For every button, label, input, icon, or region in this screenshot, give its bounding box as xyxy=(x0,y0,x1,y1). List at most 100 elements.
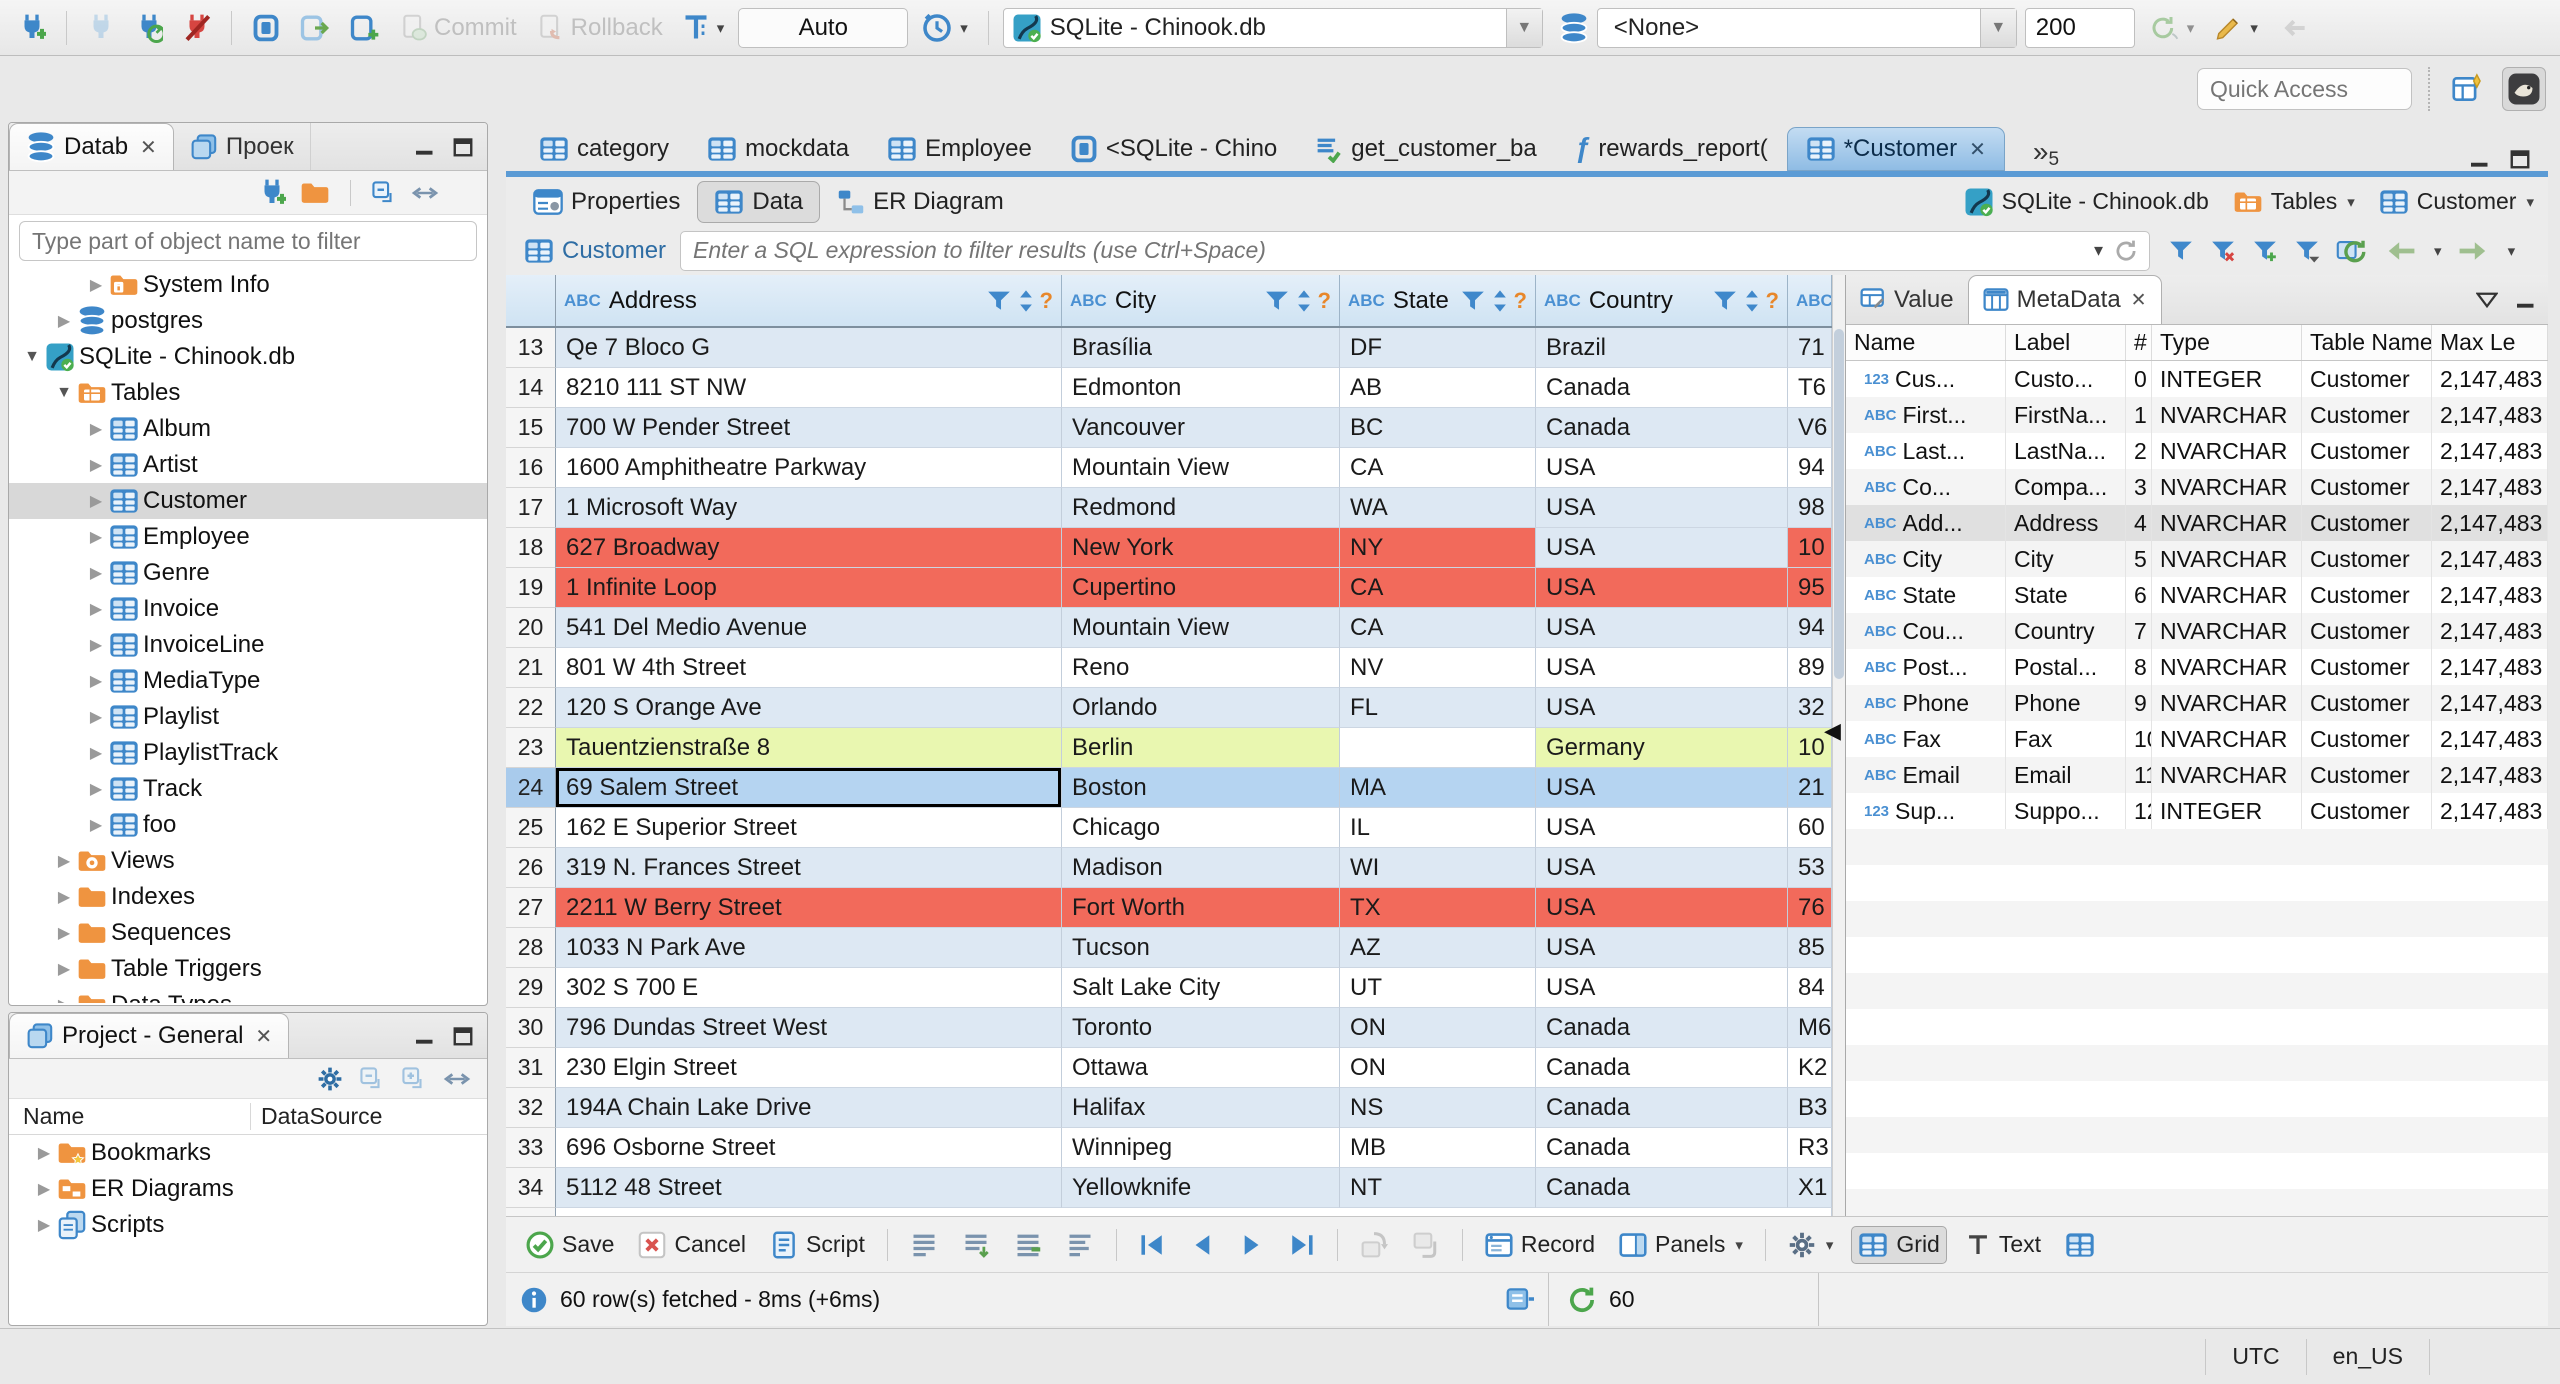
expand-expander-icon[interactable]: ▶ xyxy=(51,959,77,979)
metadata-row-postal[interactable]: ABC Post... Postal... 8 NVARCHAR Customer 2,14… xyxy=(1846,649,2548,685)
gear-icon[interactable] xyxy=(317,1066,343,1092)
grid-cell-postal[interactable]: V6 xyxy=(1788,408,1832,448)
object-filter-input[interactable] xyxy=(19,221,477,261)
expand-expander-icon[interactable]: ▶ xyxy=(83,563,109,583)
transaction-auto-combo[interactable]: Auto xyxy=(738,7,909,48)
row-number-cell[interactable]: 32 xyxy=(506,1088,556,1128)
commit-button[interactable]: Commit xyxy=(394,11,523,45)
dbeaver-perspective-button[interactable] xyxy=(2502,67,2546,111)
close-icon[interactable]: ✕ xyxy=(1969,137,1986,162)
column-header-city[interactable]: ABC City? xyxy=(1062,275,1340,326)
tree-item-artist[interactable]: ▶ Artist xyxy=(9,447,487,483)
row-number-cell[interactable]: 26 xyxy=(506,848,556,888)
highlight-button[interactable]: ▾ xyxy=(2208,11,2264,45)
tab-projects[interactable]: Проек xyxy=(174,123,311,170)
editor-tab-rewards-report-[interactable]: ƒ rewards_report( xyxy=(1556,127,1787,171)
fetch-size-input[interactable] xyxy=(2024,7,2135,48)
expand-expander-icon[interactable]: ▶ xyxy=(83,671,109,691)
minimize-icon[interactable] xyxy=(2514,288,2538,312)
tree-item-album[interactable]: ▶ Album xyxy=(9,411,487,447)
grid-corner-header[interactable] xyxy=(506,275,556,326)
grid-cell-country[interactable]: Canada xyxy=(1536,1128,1788,1168)
filter-history-caret-icon[interactable]: ▾ xyxy=(2094,240,2103,261)
close-icon[interactable]: ✕ xyxy=(140,135,157,160)
metadata-row-address[interactable]: ABC Add... Address 4 NVARCHAR Customer 2,147,4… xyxy=(1846,505,2548,541)
grid-cell-country[interactable]: Canada xyxy=(1536,1048,1788,1088)
grid-cell-country[interactable]: Canada xyxy=(1536,408,1788,448)
connect-button[interactable] xyxy=(81,10,121,46)
grid-cell-country[interactable]: USA xyxy=(1536,448,1788,488)
grid-cell-address[interactable]: 162 E Superior Street xyxy=(556,808,1062,848)
grid-cell-postal[interactable]: 71 xyxy=(1788,328,1832,368)
sort-icon[interactable] xyxy=(1744,289,1760,313)
new-connection-icon[interactable] xyxy=(258,178,286,208)
expand-expander-icon[interactable]: ▶ xyxy=(83,635,109,655)
grid-cell-address[interactable]: 120 S Orange Ave xyxy=(556,688,1062,728)
grid-cell-postal[interactable]: 94 xyxy=(1788,608,1832,648)
grid-cell-state[interactable]: MB xyxy=(1340,1128,1536,1168)
row-count-button[interactable] xyxy=(1008,1227,1048,1263)
datasource-combo[interactable]: SQLite - Chinook.db ▼ xyxy=(1002,7,1543,48)
row-number-cell[interactable]: 21 xyxy=(506,648,556,688)
tree-item-data-types[interactable]: ▶ Data Types xyxy=(9,987,487,1003)
metadata-row-fax[interactable]: ABCFaxFax10NVARCHARCustomer2,147,483 xyxy=(1846,721,2548,757)
sql-editor-button[interactable] xyxy=(246,11,286,45)
grid-cell-address[interactable]: 8210 111 ST NW xyxy=(556,368,1062,408)
open-sql-console-button[interactable] xyxy=(294,11,336,45)
grid-cell-address[interactable]: 319 N. Frances Street xyxy=(556,848,1062,888)
grid-cell-city[interactable]: Toronto xyxy=(1062,1008,1340,1048)
expand-expander-icon[interactable]: ▶ xyxy=(83,527,109,547)
row-number-cell[interactable]: 29 xyxy=(506,968,556,1008)
quick-access-input[interactable] xyxy=(2197,68,2412,110)
scrollbar-thumb[interactable] xyxy=(1834,329,1844,679)
grid-cell-city[interactable]: Chicago xyxy=(1062,808,1340,848)
script-button[interactable]: Script xyxy=(764,1227,871,1263)
grid-cell-postal[interactable]: 94 xyxy=(1788,448,1832,488)
grid-cell-country[interactable]: USA xyxy=(1536,888,1788,928)
refresh-connection-button[interactable]: ▾ xyxy=(2143,11,2201,45)
minimize-icon[interactable] xyxy=(413,1024,437,1048)
grid-cell-country[interactable]: USA xyxy=(1536,688,1788,728)
grid-cell-city[interactable]: Winnipeg xyxy=(1062,1128,1340,1168)
expand-expander-icon[interactable]: ▶ xyxy=(51,851,77,871)
grid-cell-postal[interactable]: 98 xyxy=(1788,488,1832,528)
tree-item-invoice[interactable]: ▶ Invoice xyxy=(9,591,487,627)
metadata-row-state[interactable]: ABC State State 6 NVARCHAR Customer 2,147,483 xyxy=(1846,577,2548,613)
tree-item-playlist[interactable]: ▶ Playlist xyxy=(9,699,487,735)
grid-cell-address[interactable]: 1 Infinite Loop xyxy=(556,568,1062,608)
grid-cell-address[interactable]: 1600 Amphitheatre Parkway xyxy=(556,448,1062,488)
save-filter-icon[interactable] xyxy=(2252,238,2278,264)
grid-cell-postal[interactable]: K2 xyxy=(1788,1048,1832,1088)
save-button[interactable]: Save xyxy=(520,1227,620,1263)
grid-cell-address[interactable]: 1 Microsoft Way xyxy=(556,488,1062,528)
grid-cell-state[interactable]: ON xyxy=(1340,1008,1536,1048)
expand-expander-icon[interactable]: ▶ xyxy=(83,419,109,439)
column-header-address[interactable]: ABC Address? xyxy=(556,275,1062,326)
grid-cell-city[interactable]: Orlando xyxy=(1062,688,1340,728)
grid-cell-state[interactable]: BC xyxy=(1340,408,1536,448)
metadata-column-header-label[interactable]: Label xyxy=(2006,325,2126,360)
grid-cell-country[interactable]: Canada xyxy=(1536,1088,1788,1128)
grid-cell-city[interactable]: Ottawa xyxy=(1062,1048,1340,1088)
expand-expander-icon[interactable]: ▶ xyxy=(83,707,109,727)
grid-cell-postal[interactable]: X1 xyxy=(1788,1168,1832,1208)
grid-cell-state[interactable]: CA xyxy=(1340,448,1536,488)
editor-tab--sqlite-chino[interactable]: <SQLite - Chino xyxy=(1051,127,1296,171)
tab-metadata[interactable]: MetaData ✕ xyxy=(1967,275,2162,324)
tree-item-invoiceline[interactable]: ▶ InvoiceLine xyxy=(9,627,487,663)
invalidate-connection-button[interactable] xyxy=(129,10,169,46)
text-view-button[interactable]: Text xyxy=(1959,1227,2047,1262)
close-icon[interactable]: ✕ xyxy=(255,1024,272,1049)
row-number-cell[interactable]: 15 xyxy=(506,408,556,448)
expand-expander-icon[interactable]: ▶ xyxy=(83,275,109,295)
metadata-row-compa[interactable]: ABC Co... Compa... 3 NVARCHAR Customer 2,147,4… xyxy=(1846,469,2548,505)
grid-cell-state[interactable]: CA xyxy=(1340,568,1536,608)
grid-cell-address[interactable]: 5112 48 Street xyxy=(556,1168,1062,1208)
grid-cell-state[interactable]: UT xyxy=(1340,968,1536,1008)
tab-overflow-button[interactable]: » 5 xyxy=(2033,138,2059,171)
column-help-icon[interactable]: ? xyxy=(1514,288,1527,314)
grid-cell-state[interactable]: NV xyxy=(1340,648,1536,688)
tree-item-sequences[interactable]: ▶ Sequences xyxy=(9,915,487,951)
tab-database-navigator[interactable]: Datab ✕ xyxy=(9,123,174,170)
expand-expander-icon[interactable]: ▶ xyxy=(31,1179,57,1199)
